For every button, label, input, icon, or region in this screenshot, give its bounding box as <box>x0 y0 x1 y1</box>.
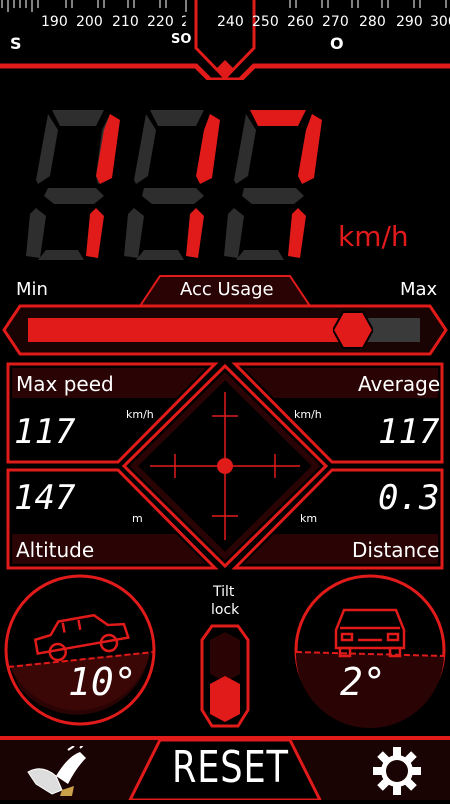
compass-cardinal-o: O <box>330 34 344 53</box>
speed-display: 117 km/h <box>0 100 450 270</box>
tilt-lock-label-1: Tilt <box>213 584 235 600</box>
average-value: 117 <box>378 412 440 452</box>
compass-cardinal-so: SO <box>171 32 192 47</box>
roll-gauge <box>294 574 446 729</box>
distance-unit: km <box>300 512 318 525</box>
compass-tick-250: 250 <box>252 14 279 30</box>
distance-value: 0.3 <box>378 478 440 518</box>
speed-unit: km/h <box>338 220 409 253</box>
altitude-label: Altitude <box>16 538 95 562</box>
reset-button[interactable]: RESET <box>172 742 289 793</box>
stats-grid: Max peed 117 km/h Average 117 km/h 147 m… <box>0 362 450 572</box>
altitude-unit: m <box>132 512 143 525</box>
tilt-section: 10° 2° Tilt lock <box>0 570 450 740</box>
acc-usage-slider-handle[interactable] <box>331 310 375 350</box>
compass-tick-280: 280 <box>359 14 386 30</box>
compass-cardinal-s: S <box>10 34 22 53</box>
average-unit: km/h <box>294 408 322 421</box>
max-speed-value: 117 <box>14 412 76 452</box>
gear-icon[interactable] <box>372 746 422 796</box>
max-speed-label: Max peed <box>16 372 114 396</box>
acc-min-label: Min <box>16 279 48 300</box>
pitch-value: 10° <box>68 660 137 704</box>
compass-tick-200: 200 <box>76 14 103 30</box>
average-label: Average <box>358 372 441 396</box>
roll-value: 2° <box>340 660 386 704</box>
acc-usage-bar-fill <box>28 318 353 342</box>
tilt-lock-label-2: lock <box>211 602 240 618</box>
compass-tick-210: 210 <box>112 14 139 30</box>
max-speed-unit: km/h <box>126 408 154 421</box>
compass-strip: 190 200 210 220 230 240 250 260 270 280 … <box>0 0 450 83</box>
compass-tick-260: 260 <box>287 14 314 30</box>
tilt-lock-button[interactable] <box>200 624 250 728</box>
compass-tick-300: 300 <box>430 14 450 30</box>
acc-usage-title: Acc Usage <box>180 279 274 300</box>
acc-usage-panel: Acc Usage Min Max <box>0 270 450 360</box>
compass-tick-190: 190 <box>41 14 68 30</box>
altitude-value: 147 <box>14 478 76 518</box>
compass-tick-240: 240 <box>217 14 244 30</box>
compass-tick-290: 290 <box>396 14 423 30</box>
gesture-hand-icon[interactable] <box>22 743 90 796</box>
compass-tick-270: 270 <box>322 14 349 30</box>
level-bubble <box>217 458 233 474</box>
footer-bar: RESET <box>0 736 450 802</box>
distance-label: Distance <box>352 538 440 562</box>
compass-tick-220: 220 <box>147 14 174 30</box>
acc-max-label: Max <box>400 279 438 300</box>
speed-digit-1 <box>26 110 116 260</box>
